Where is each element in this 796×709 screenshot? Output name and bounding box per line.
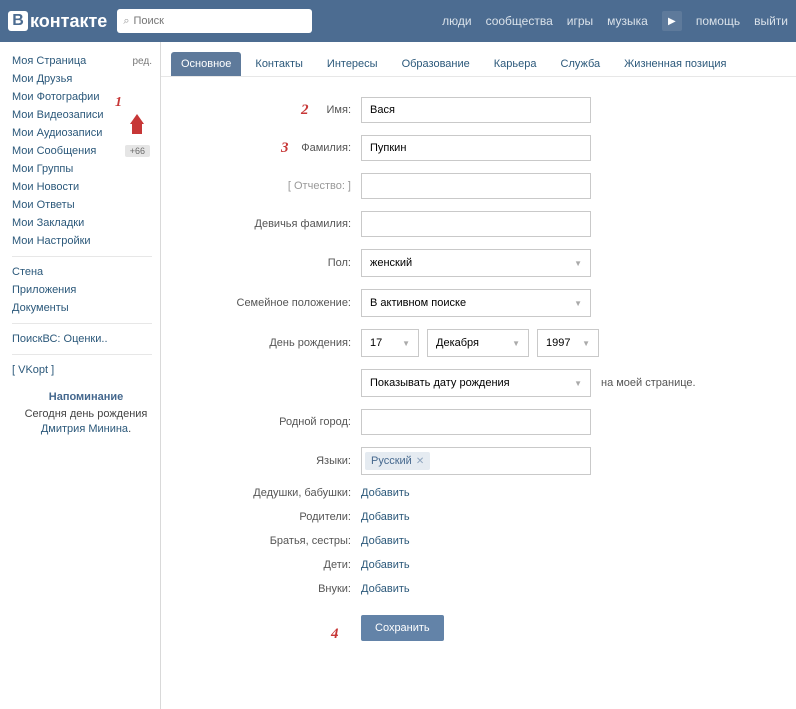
annotation-arrow-icon	[130, 112, 144, 134]
add-grandchildren-link[interactable]: Добавить	[361, 583, 410, 595]
surname-input[interactable]	[361, 135, 591, 161]
divider	[12, 323, 152, 324]
bday-month-select[interactable]: Декабря▼	[427, 329, 529, 357]
sidebar-item-apps[interactable]: Приложения	[12, 281, 160, 299]
add-parents-link[interactable]: Добавить	[361, 511, 410, 523]
sidebar-item-groups[interactable]: Мои Группы	[12, 160, 160, 178]
grandchildren-label: Внуки:	[181, 583, 361, 595]
edit-link[interactable]: ред.	[132, 56, 152, 67]
nav-people[interactable]: люди	[442, 14, 471, 28]
tab-career[interactable]: Карьера	[484, 52, 547, 76]
tab-main[interactable]: Основное	[171, 52, 241, 76]
nav-logout[interactable]: выйти	[754, 14, 788, 28]
sidebar-item-mypage[interactable]: Моя Страница ред.	[12, 52, 160, 70]
hometown-label: Родной город:	[181, 416, 361, 428]
chevron-down-icon: ▼	[512, 339, 520, 348]
maiden-input[interactable]	[361, 211, 591, 237]
languages-label: Языки:	[181, 455, 361, 467]
sidebar: Моя Страница ред. Мои Друзья Мои Фотогра…	[0, 42, 160, 709]
name-label: 2 Имя:	[181, 104, 361, 116]
sidebar-item-docs[interactable]: Документы	[12, 299, 160, 317]
edit-form: 2 Имя: 3 Фамилия: [ Отчество: ] Девичья …	[161, 77, 796, 671]
messages-badge: +66	[125, 145, 150, 157]
gender-label: Пол:	[181, 257, 361, 269]
surname-label: 3 Фамилия:	[181, 142, 361, 154]
reminder-box: Напоминание Сегодня день рождения Дмитри…	[12, 391, 160, 438]
bday-day-select[interactable]: 17▼	[361, 329, 419, 357]
maiden-label: Девичья фамилия:	[181, 218, 361, 230]
tabs: Основное Контакты Интересы Образование К…	[161, 42, 796, 77]
nav-communities[interactable]: сообщества	[486, 14, 553, 28]
sidebar-item-settings[interactable]: Мои Настройки	[12, 232, 160, 250]
languages-input[interactable]: Русский ✕	[361, 447, 591, 475]
name-input[interactable]	[361, 97, 591, 123]
marital-select[interactable]: В активном поиске▼	[361, 289, 591, 317]
chevron-down-icon: ▼	[574, 299, 582, 308]
chevron-down-icon: ▼	[574, 259, 582, 268]
header: В контакте ⌕ люди сообщества игры музыка…	[0, 0, 796, 42]
top-nav: люди сообщества игры музыка ▶ помощь вый…	[442, 11, 788, 31]
search-box[interactable]: ⌕	[117, 9, 312, 33]
remove-tag-icon[interactable]: ✕	[416, 456, 424, 467]
sidebar-item-wall[interactable]: Стена	[12, 263, 160, 281]
tab-life[interactable]: Жизненная позиция	[614, 52, 736, 76]
chevron-down-icon: ▼	[402, 339, 410, 348]
sidebar-item-friends[interactable]: Мои Друзья	[12, 70, 160, 88]
play-button[interactable]: ▶	[662, 11, 682, 31]
main-content: Основное Контакты Интересы Образование К…	[160, 42, 796, 709]
tab-interests[interactable]: Интересы	[317, 52, 388, 76]
sidebar-item-messages[interactable]: Мои Сообщения +66	[12, 142, 160, 160]
sidebar-item-bookmarks[interactable]: Мои Закладки	[12, 214, 160, 232]
sidebar-item-answers[interactable]: Мои Ответы	[12, 196, 160, 214]
reminder-link[interactable]: Дмитрия Минина	[41, 423, 128, 435]
annotation-1: 1	[115, 95, 122, 111]
annotation-2: 2	[301, 102, 309, 119]
divider	[12, 354, 152, 355]
bday-after-text: на моей странице.	[601, 377, 696, 389]
sidebar-item-photos[interactable]: Мои Фотографии	[12, 88, 160, 106]
add-grandparents-link[interactable]: Добавить	[361, 487, 410, 499]
tab-contacts[interactable]: Контакты	[245, 52, 313, 76]
sidebar-item-searchvs[interactable]: ПоискВС: Оценки..	[12, 330, 160, 348]
tab-military[interactable]: Служба	[551, 52, 611, 76]
search-icon: ⌕	[123, 15, 129, 28]
sidebar-item-vkopt[interactable]: [ VKopt ]	[12, 361, 160, 379]
patronymic-input[interactable]	[361, 173, 591, 199]
gender-select[interactable]: женский▼	[361, 249, 591, 277]
sidebar-item-news[interactable]: Мои Новости	[12, 178, 160, 196]
reminder-text: Сегодня день рождения Дмитрия Минина.	[20, 407, 152, 438]
chevron-down-icon: ▼	[582, 339, 590, 348]
divider	[12, 256, 152, 257]
search-input[interactable]	[133, 15, 306, 27]
birthday-label: День рождения:	[181, 337, 361, 349]
annotation-3: 3	[281, 140, 289, 157]
patronymic-label[interactable]: [ Отчество: ]	[181, 180, 361, 192]
save-button[interactable]: Сохранить	[361, 615, 444, 641]
siblings-label: Братья, сестры:	[181, 535, 361, 547]
logo-icon: В	[8, 11, 28, 31]
language-tag: Русский ✕	[365, 452, 430, 470]
logo[interactable]: В контакте	[8, 11, 107, 32]
grandparents-label: Дедушки, бабушки:	[181, 487, 361, 499]
hometown-input[interactable]	[361, 409, 591, 435]
nav-music[interactable]: музыка	[607, 14, 648, 28]
annotation-4: 4	[331, 626, 339, 643]
nav-help[interactable]: помощь	[696, 14, 740, 28]
add-children-link[interactable]: Добавить	[361, 559, 410, 571]
children-label: Дети:	[181, 559, 361, 571]
bday-visibility-select[interactable]: Показывать дату рождения▼	[361, 369, 591, 397]
marital-label: Семейное положение:	[181, 297, 361, 309]
bday-year-select[interactable]: 1997▼	[537, 329, 599, 357]
add-siblings-link[interactable]: Добавить	[361, 535, 410, 547]
chevron-down-icon: ▼	[574, 379, 582, 388]
nav-games[interactable]: игры	[567, 14, 593, 28]
parents-label: Родители:	[181, 511, 361, 523]
reminder-title: Напоминание	[20, 391, 152, 403]
tab-education[interactable]: Образование	[392, 52, 480, 76]
logo-text: контакте	[30, 11, 107, 32]
